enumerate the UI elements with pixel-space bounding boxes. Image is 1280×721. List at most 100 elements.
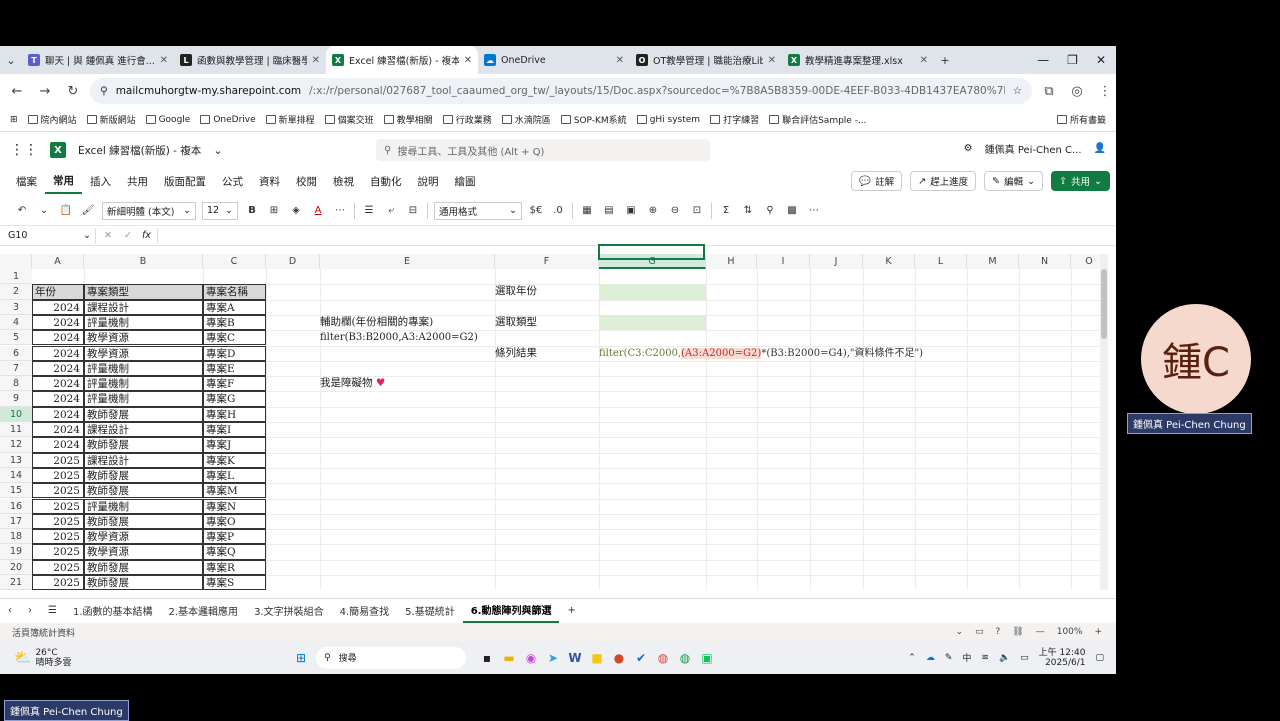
table-cell[interactable]: 專案C xyxy=(203,330,266,346)
tab-automate[interactable]: 自動化 xyxy=(362,168,410,194)
windows-start-icon[interactable]: ⊞ xyxy=(290,648,312,668)
column-header[interactable]: L xyxy=(915,254,967,269)
volume-icon[interactable]: 🔈 xyxy=(999,653,1010,663)
table-cell[interactable]: 專案P xyxy=(203,529,266,545)
copilot-icon[interactable]: ◉ xyxy=(520,648,542,668)
tab-page-layout[interactable]: 版面配置 xyxy=(156,168,214,194)
table-cell[interactable]: 2025 xyxy=(32,498,84,514)
table-cell[interactable]: 專案N xyxy=(203,498,266,514)
currency-icon[interactable]: $€ xyxy=(528,205,544,216)
row-header[interactable]: 1 xyxy=(0,269,32,285)
tab-insert[interactable]: 插入 xyxy=(82,168,119,194)
bookmark[interactable]: Google xyxy=(145,115,190,125)
catchup-button[interactable]: ↗ 趕上進度 xyxy=(910,171,977,191)
close-icon[interactable]: ✕ xyxy=(312,55,320,66)
onedrive-icon[interactable]: ☁ xyxy=(926,653,935,663)
selected-cell-g10[interactable] xyxy=(598,244,705,260)
close-icon[interactable]: ✕ xyxy=(464,55,472,66)
fill-color-icon[interactable]: ◈ xyxy=(288,205,304,216)
user-name[interactable]: 鍾佩真 Pei-Chen C... xyxy=(985,141,1082,156)
row-header[interactable]: 21 xyxy=(0,575,32,590)
table-cell[interactable]: 課程設計 xyxy=(84,299,203,315)
browser-tab[interactable]: O OT教學管理 | 職能治療Lib... ✕ xyxy=(630,46,782,74)
table-cell[interactable]: 教學資源 xyxy=(84,330,203,346)
table-cell[interactable]: 教學資源 xyxy=(84,544,203,560)
close-icon[interactable]: ✕ xyxy=(160,55,168,66)
document-title[interactable]: Excel 練習檔(新版) - 複本 xyxy=(78,143,201,158)
more-icon[interactable]: ⋯ xyxy=(806,205,822,216)
all-sheets-icon[interactable]: ☰ xyxy=(40,599,65,623)
formula-cell[interactable]: filter(C3:C2000,(A3:A2000=G2)*(B3:B2000=… xyxy=(599,346,1019,361)
borders-icon[interactable]: ⊞ xyxy=(266,205,282,216)
row-header[interactable]: 14 xyxy=(0,467,32,484)
sort-filter-icon[interactable]: ⇅ xyxy=(740,205,756,216)
table-cell[interactable]: 專案L xyxy=(203,467,266,484)
minimize-icon[interactable]: — xyxy=(1037,53,1049,67)
table-cell[interactable]: 2024 xyxy=(32,406,84,422)
align-icon[interactable]: ☰ xyxy=(361,205,377,216)
sheet-tab-active[interactable]: 6.動態陣列與篩選 xyxy=(462,599,560,623)
table-cell[interactable]: 2025 xyxy=(32,467,84,484)
close-icon[interactable]: ✕ xyxy=(920,55,928,66)
row-header[interactable]: 18 xyxy=(0,529,32,545)
row-header[interactable]: 9 xyxy=(0,391,32,407)
back-icon[interactable]: ← xyxy=(6,84,28,99)
help-icon[interactable]: ? xyxy=(996,627,1001,637)
todo-icon[interactable]: ✔ xyxy=(630,648,652,668)
close-icon[interactable]: ✕ xyxy=(768,55,776,66)
bookmark[interactable]: gHi system xyxy=(636,115,700,125)
sheet-tab[interactable]: 1.函數的基本結構 xyxy=(65,599,161,623)
bookmark[interactable]: 打字練習 xyxy=(710,113,759,126)
table-cell[interactable]: 2025 xyxy=(32,529,84,545)
merge-icon[interactable]: ⊟ xyxy=(405,205,421,216)
new-tab-icon[interactable]: + xyxy=(934,49,956,71)
table-cell[interactable]: 課程設計 xyxy=(84,452,203,468)
table-cell[interactable]: 專案R xyxy=(203,559,266,575)
row-header[interactable]: 19 xyxy=(0,544,32,560)
table-cell[interactable]: 2024 xyxy=(32,437,84,453)
tab-view[interactable]: 檢視 xyxy=(325,168,362,194)
zoom-level[interactable]: 100% xyxy=(1057,627,1083,637)
bookmark[interactable]: SOP-KM系統 xyxy=(560,113,627,126)
table-cell[interactable]: 2024 xyxy=(32,345,84,361)
bookmark[interactable]: 新版網站 xyxy=(86,113,136,126)
zoom-in-icon[interactable]: + xyxy=(1094,627,1102,637)
table-cell[interactable]: 2025 xyxy=(32,559,84,575)
prev-sheet-icon[interactable]: ‹ xyxy=(0,599,20,623)
forward-icon[interactable]: → xyxy=(34,84,56,99)
powerpoint-icon[interactable]: ● xyxy=(608,648,630,668)
tab-review[interactable]: 校閱 xyxy=(288,168,325,194)
cancel-icon[interactable]: ✕ xyxy=(96,230,120,241)
table-cell[interactable]: 專案I xyxy=(203,422,266,438)
bookmark[interactable]: 個案交班 xyxy=(324,113,374,126)
table-cell[interactable]: 評量機制 xyxy=(84,391,203,407)
table-cell[interactable]: 專案A xyxy=(203,299,266,315)
row-header[interactable]: 17 xyxy=(0,513,32,530)
menu-icon[interactable]: ⋮ xyxy=(1094,84,1116,99)
table-cell[interactable]: 教師發展 xyxy=(84,437,203,453)
row-header[interactable]: 15 xyxy=(0,483,32,499)
site-info-icon[interactable]: ⚲ xyxy=(100,85,108,97)
ime-indicator[interactable]: 中 xyxy=(962,651,971,664)
tab-file[interactable]: 檔案 xyxy=(8,168,45,194)
delete-icon[interactable]: ⊖ xyxy=(667,205,683,216)
row-header[interactable]: 12 xyxy=(0,437,32,453)
bookmark[interactable]: 行政業務 xyxy=(442,113,492,126)
share-button[interactable]: ⇪ 共用 ⌄ xyxy=(1051,171,1110,191)
format-icon[interactable]: ⊡ xyxy=(689,205,705,216)
label-select-year[interactable]: 選取年份 xyxy=(495,284,599,299)
tab-help[interactable]: 說明 xyxy=(410,168,447,194)
obstacle-note[interactable]: 我是障礙物 ♥ xyxy=(320,376,440,391)
edit-mode-button[interactable]: ✎ 編輯 ⌄ xyxy=(984,171,1044,191)
tray-chevron-icon[interactable]: ⌃ xyxy=(908,653,916,663)
sticky-notes-icon[interactable]: ■ xyxy=(586,648,608,668)
reload-icon[interactable]: ↻ xyxy=(62,84,84,99)
browser-tab[interactable]: X 教學精進專案整理.xlsx ✕ xyxy=(782,46,934,74)
table-cell[interactable]: 教師發展 xyxy=(84,513,203,530)
table-cell[interactable]: 2025 xyxy=(32,452,84,468)
profile-icon[interactable]: ◎ xyxy=(1066,84,1088,99)
next-sheet-icon[interactable]: › xyxy=(20,599,40,623)
row-header[interactable]: 10 xyxy=(0,406,32,422)
table-cell[interactable]: 評量機制 xyxy=(84,376,203,392)
table-cell[interactable]: 專案O xyxy=(203,513,266,530)
